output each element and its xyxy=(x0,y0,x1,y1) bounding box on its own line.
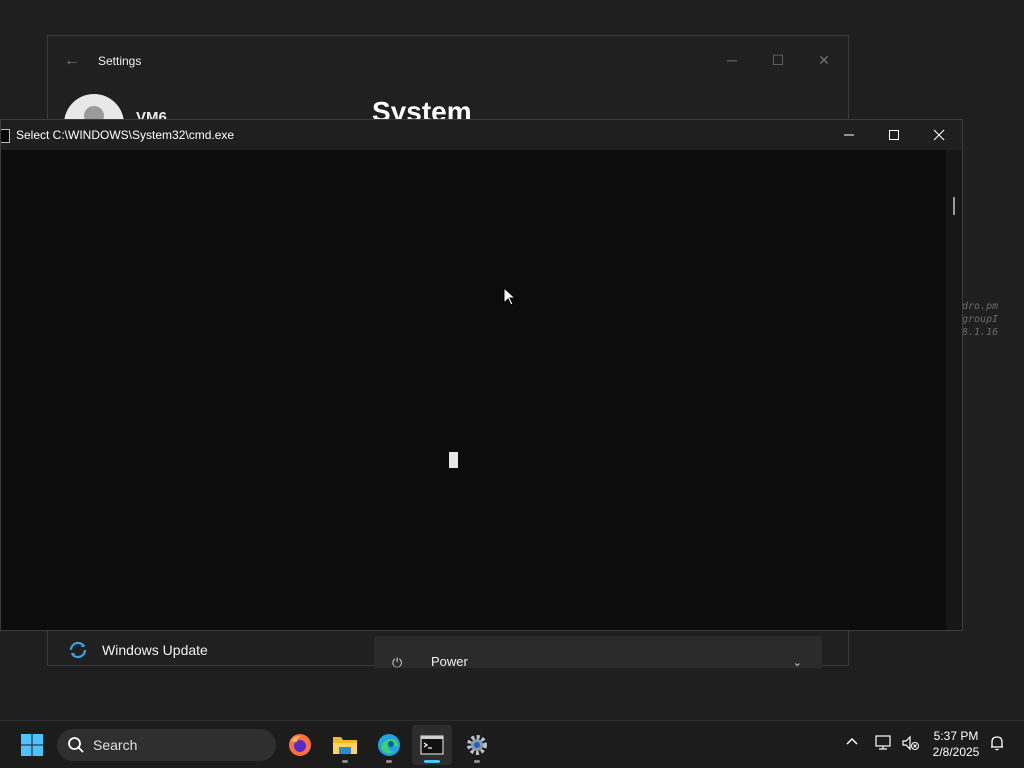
notifications-button[interactable] xyxy=(989,735,1005,754)
windows-update-icon xyxy=(69,641,87,659)
firefox-icon xyxy=(289,734,311,756)
speaker-muted-icon xyxy=(902,735,919,751)
taskbar: Search 5:37 PM 2/8/2025 xyxy=(0,720,1024,768)
start-button[interactable] xyxy=(12,725,52,765)
show-hidden-icons-icon xyxy=(846,737,858,745)
background-text-line: groupI xyxy=(962,314,999,325)
clock-date: 2/8/2025 xyxy=(932,745,980,759)
minimize-button[interactable] xyxy=(826,120,872,150)
power-card[interactable]: ⏻ Power ⌄ xyxy=(374,636,822,670)
minimize-icon xyxy=(844,134,854,136)
chevron-up-icon[interactable] xyxy=(845,735,859,752)
bell-icon xyxy=(991,736,1003,751)
windows-logo-icon xyxy=(21,734,43,756)
settings-close-button[interactable]: ✕ xyxy=(802,44,846,76)
folder-icon xyxy=(333,737,357,754)
background-text-line: 8.1.16 xyxy=(962,327,999,338)
search-icon xyxy=(68,737,84,753)
cmd-titlebar[interactable]: Select C:\WINDOWS\System32\cmd.exe xyxy=(1,120,962,150)
network-monitor-icon xyxy=(875,735,891,750)
settings-minimize-button[interactable]: ─ xyxy=(710,44,754,76)
background-text-line: dro.pm xyxy=(962,301,999,312)
maximize-icon xyxy=(889,130,899,140)
gear-icon xyxy=(467,735,487,755)
taskbar-clock[interactable]: 5:37 PM 2/8/2025 xyxy=(928,728,984,760)
power-card-label: Power xyxy=(431,654,468,669)
running-indicator xyxy=(386,760,392,763)
cmd-app-icon xyxy=(1,129,10,143)
cmd-title: Select C:\WINDOWS\System32\cmd.exe xyxy=(16,128,235,142)
text-cursor xyxy=(449,452,458,468)
close-icon xyxy=(933,129,945,141)
settings-titlebar[interactable]: ← Settings ─ ☐ ✕ xyxy=(48,36,848,84)
running-indicator xyxy=(474,760,480,763)
close-button[interactable] xyxy=(916,120,962,150)
clock-time: 5:37 PM xyxy=(933,729,979,743)
taskbar-edge[interactable] xyxy=(369,725,409,765)
sidebar-item-label: Windows Update xyxy=(102,642,208,658)
taskbar-settings[interactable] xyxy=(457,725,497,765)
scrollbar-thumb[interactable] xyxy=(953,197,955,215)
back-arrow-icon[interactable]: ← xyxy=(64,52,80,70)
console-area[interactable] xyxy=(1,150,947,630)
running-indicator xyxy=(424,760,440,763)
taskbar-terminal[interactable] xyxy=(412,725,452,765)
edge-icon xyxy=(378,734,400,756)
terminal-icon xyxy=(420,735,444,755)
maximize-button[interactable] xyxy=(871,120,917,150)
network-icon[interactable] xyxy=(875,735,893,754)
taskbar-firefox[interactable] xyxy=(280,725,320,765)
vertical-scrollbar[interactable] xyxy=(946,150,962,630)
cmd-window: Select C:\WINDOWS\System32\cmd.exe xyxy=(0,119,963,631)
power-icon: ⏻ xyxy=(392,655,403,670)
settings-maximize-button[interactable]: ☐ xyxy=(756,44,800,76)
chevron-down-icon: ⌄ xyxy=(792,657,802,669)
taskbar-file-explorer[interactable] xyxy=(325,725,365,765)
search-placeholder: Search xyxy=(93,737,138,753)
search-box[interactable]: Search xyxy=(57,729,276,761)
sidebar-item-windows-update[interactable]: Windows Update xyxy=(68,636,208,664)
mouse-pointer-icon xyxy=(503,287,517,306)
desktop-background-text: dro.pm groupI 8.1.16 xyxy=(962,300,1024,339)
settings-title: Settings xyxy=(98,54,142,68)
running-indicator xyxy=(342,760,348,763)
volume-muted-icon[interactable] xyxy=(902,735,920,754)
